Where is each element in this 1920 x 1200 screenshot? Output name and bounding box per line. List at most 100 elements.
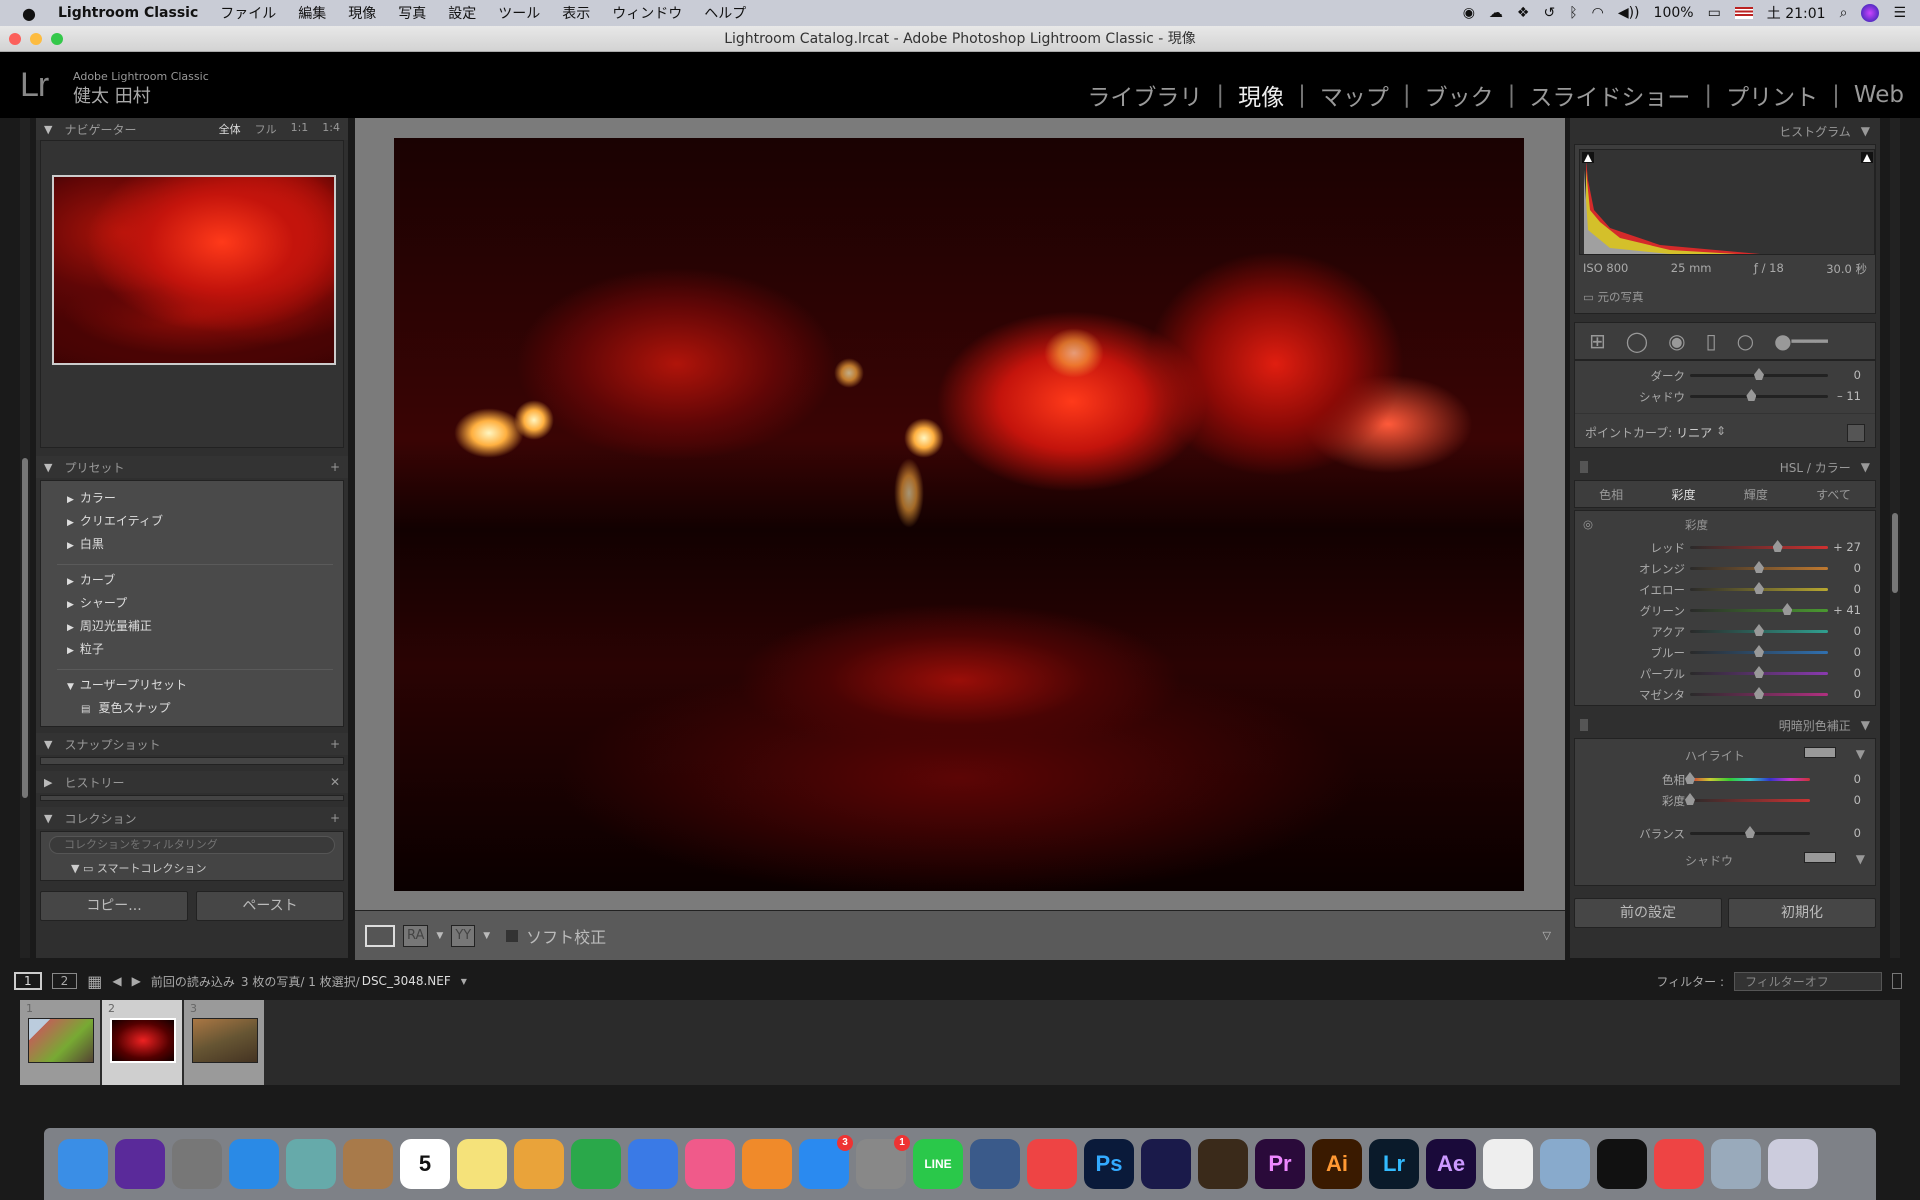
dock-keynote-stand-icon[interactable] [628,1139,678,1189]
preset-item[interactable]: ▤ 夏色スナップ [67,699,343,722]
slider-value[interactable]: 0 [1854,582,1861,596]
slider-thumb[interactable] [1746,389,1757,401]
slider-thumb[interactable] [1754,666,1764,678]
dock-itunes-icon[interactable] [685,1139,735,1189]
preset-folder[interactable]: ▶ 周辺光量補正 [67,617,343,640]
slider-value[interactable]: + 27 [1833,540,1861,554]
paste-button[interactable]: ペースト [196,891,344,921]
navigator-preview[interactable] [40,140,344,448]
panel-toggle-switch[interactable] [1580,719,1588,731]
dock-contacts-icon[interactable] [343,1139,393,1189]
filmstrip-thumbnail[interactable] [192,1018,258,1063]
slider-value[interactable]: 0 [1854,624,1861,638]
dock-launchpad-icon[interactable] [172,1139,222,1189]
bluetooth-icon[interactable]: ᛒ [1569,5,1577,21]
copy-button[interactable]: コピー... [40,891,188,921]
dock-numbers-icon[interactable] [571,1139,621,1189]
slider-track[interactable] [1690,395,1828,398]
menu-item[interactable]: 表示 [562,3,590,23]
preset-folder[interactable]: ▶ クリエイティブ [67,512,343,535]
dock-ibooks-icon[interactable] [742,1139,792,1189]
zoom-button[interactable] [51,33,63,45]
slider-track[interactable] [1690,546,1828,549]
creative-cloud-icon[interactable]: ☁ [1489,5,1503,21]
dock-app-store-icon[interactable]: 3 [799,1135,853,1189]
menu-item[interactable]: 現像 [348,3,376,23]
main-photo[interactable] [394,138,1524,891]
navigator-zoom-option[interactable]: 1:1 [291,121,309,137]
preset-folder[interactable]: ▼ ユーザープリセット [67,676,343,699]
clear-history-icon[interactable]: ✕ [330,775,340,789]
module-tab[interactable]: ライブラリ [1087,78,1202,112]
battery-text[interactable]: 100% [1654,5,1694,21]
history-header[interactable]: ▶ ヒストリー ✕ [36,771,348,793]
panel-toggle-switch[interactable] [1580,461,1588,473]
dock-pinwheel-icon[interactable] [1654,1139,1704,1189]
forward-arrow-icon[interactable]: ▶ [132,974,141,988]
slider-thumb[interactable] [1685,772,1695,784]
slider-value[interactable]: 0 [1854,368,1861,382]
flag-icon[interactable] [1734,7,1753,19]
module-tab[interactable]: スライドショー [1529,78,1690,112]
dock-notes-icon[interactable] [457,1139,507,1189]
record-icon[interactable]: ◉ [1463,5,1475,21]
preset-folder[interactable]: ▶ カーブ [67,571,343,594]
previous-settings-button[interactable]: 前の設定 [1574,898,1722,928]
hsl-header[interactable]: HSL / カラー ▼ [1570,454,1880,480]
dock-chrome-icon[interactable] [1027,1139,1077,1189]
dock-nikon-icon[interactable] [1597,1139,1647,1189]
navigator-zoom-option[interactable]: フル [255,121,277,137]
menu-item[interactable]: 編集 [298,3,326,23]
before-after-tb-button[interactable]: YY [451,924,476,947]
selected-file[interactable]: DSC_3048.NEF [362,974,451,988]
navigator-zoom-option[interactable]: 全体 [219,121,241,137]
collections-header[interactable]: ▼ コレクション + [36,807,348,829]
menu-item[interactable]: 設定 [448,3,476,23]
wifi-icon[interactable]: ◠ [1592,5,1604,21]
spotlight-icon[interactable]: ⌕ [1840,5,1848,21]
navigator-header[interactable]: ▼ ナビゲーター 全体 フル 1:1 1:4 [36,118,348,140]
dock-image-capture-icon[interactable] [1711,1139,1761,1189]
hsl-tab[interactable]: 色相 [1599,486,1623,503]
close-button[interactable] [9,33,21,45]
toolbar-menu-icon[interactable]: ▽ [1543,929,1551,942]
slider-thumb[interactable] [1745,826,1755,838]
spot-removal-icon[interactable]: ◯ [1626,329,1648,353]
split-toning-header[interactable]: 明暗別色補正 ▼ [1570,712,1880,738]
radial-filter-icon[interactable]: ○ [1737,329,1754,353]
dock-trash-icon[interactable] [1768,1139,1818,1189]
slider-value[interactable]: 0 [1854,772,1861,786]
reset-button[interactable]: 初期化 [1728,898,1876,928]
slider-thumb[interactable] [1754,368,1764,380]
slider-thumb[interactable] [1685,793,1695,805]
highlight-color-swatch[interactable] [1803,747,1836,758]
volume-icon[interactable]: ◀)) [1618,5,1640,21]
module-tab[interactable]: プリント [1726,78,1818,112]
graduated-filter-icon[interactable]: ▯ [1706,329,1717,353]
dock-illustrator-icon[interactable]: Ai [1312,1139,1362,1189]
presets-header[interactable]: ▼ プリセット + [36,456,348,478]
slider-thumb[interactable] [1754,687,1764,699]
slider-thumb[interactable] [1754,561,1764,573]
menu-item[interactable]: ヘルプ [704,3,746,23]
preset-folder[interactable]: ▶ 白黒 [67,535,343,558]
dock-system-preferences-icon[interactable]: 1 [856,1135,910,1189]
add-snapshot-icon[interactable]: + [330,737,340,751]
slider-thumb[interactable] [1772,540,1783,552]
smart-collection-item[interactable]: ▼ ▭ スマートコレクション [49,860,335,876]
clock[interactable]: 土 21:01 [1767,3,1826,23]
adjustment-brush-icon[interactable]: ●━━━ [1774,329,1828,353]
histogram[interactable]: ISO 800 25 mm ƒ / 18 30.0 秒 ▭ 元の写真 [1574,144,1876,314]
module-tab[interactable]: ブック [1425,78,1494,112]
dock-lightroom-icon[interactable]: Lr [1369,1139,1419,1189]
dock-safari-icon[interactable] [229,1139,279,1189]
shadow-color-swatch[interactable] [1803,852,1836,863]
dock-calendar-icon[interactable]: 5 [400,1139,450,1189]
histogram-header[interactable]: ヒストグラム ▼ [1570,118,1880,144]
module-tab[interactable]: マップ [1320,78,1389,112]
dock-media-encoder-icon[interactable] [1141,1139,1191,1189]
soft-proof-checkbox[interactable] [506,929,519,942]
hsl-tab[interactable]: 輝度 [1744,486,1768,503]
filmstrip-cell[interactable]: 3 [184,1000,264,1085]
slider-track[interactable] [1690,799,1810,802]
